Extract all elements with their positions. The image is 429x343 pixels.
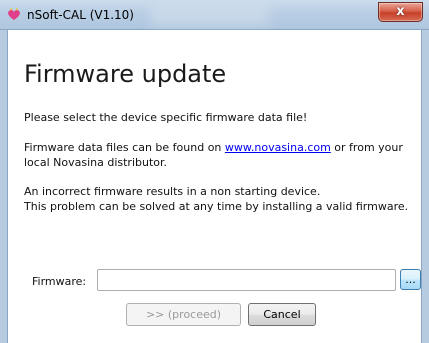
window-frame-right bbox=[421, 30, 429, 343]
close-button[interactable]: x bbox=[378, 2, 423, 22]
firmware-label: Firmware: bbox=[32, 275, 87, 288]
instruction-text: Please select the device specific firmwa… bbox=[24, 111, 308, 124]
window-title: nSoft-CAL (V1.10) bbox=[27, 8, 134, 22]
warning-line-2: This problem can be solved at any time b… bbox=[24, 200, 409, 213]
dialog-client-area: Firmware update Please select the device… bbox=[8, 30, 421, 343]
dialog-window: nSoft-CAL (V1.10) x Firmware update Plea… bbox=[0, 0, 429, 343]
nsoft-heart-icon bbox=[8, 8, 20, 20]
novasina-link[interactable]: www.novasina.com bbox=[225, 141, 331, 154]
page-title: Firmware update bbox=[24, 60, 227, 88]
title-bar[interactable]: nSoft-CAL (V1.10) x bbox=[0, 0, 429, 30]
window-frame-left bbox=[0, 30, 8, 343]
warning-text: An incorrect firmware results in a non s… bbox=[24, 184, 419, 214]
warning-line-1: An incorrect firmware results in a non s… bbox=[24, 185, 321, 198]
info-text-before: Firmware data files can be found on bbox=[24, 141, 225, 154]
proceed-button[interactable]: >> (proceed) bbox=[126, 303, 241, 326]
browse-button[interactable]: ... bbox=[400, 269, 421, 290]
firmware-path-input[interactable] bbox=[97, 269, 396, 291]
close-icon: x bbox=[396, 4, 405, 19]
cancel-button[interactable]: Cancel bbox=[248, 303, 316, 326]
titlebar-glass bbox=[150, 6, 270, 26]
info-text: Firmware data files can be found on www.… bbox=[24, 140, 419, 170]
